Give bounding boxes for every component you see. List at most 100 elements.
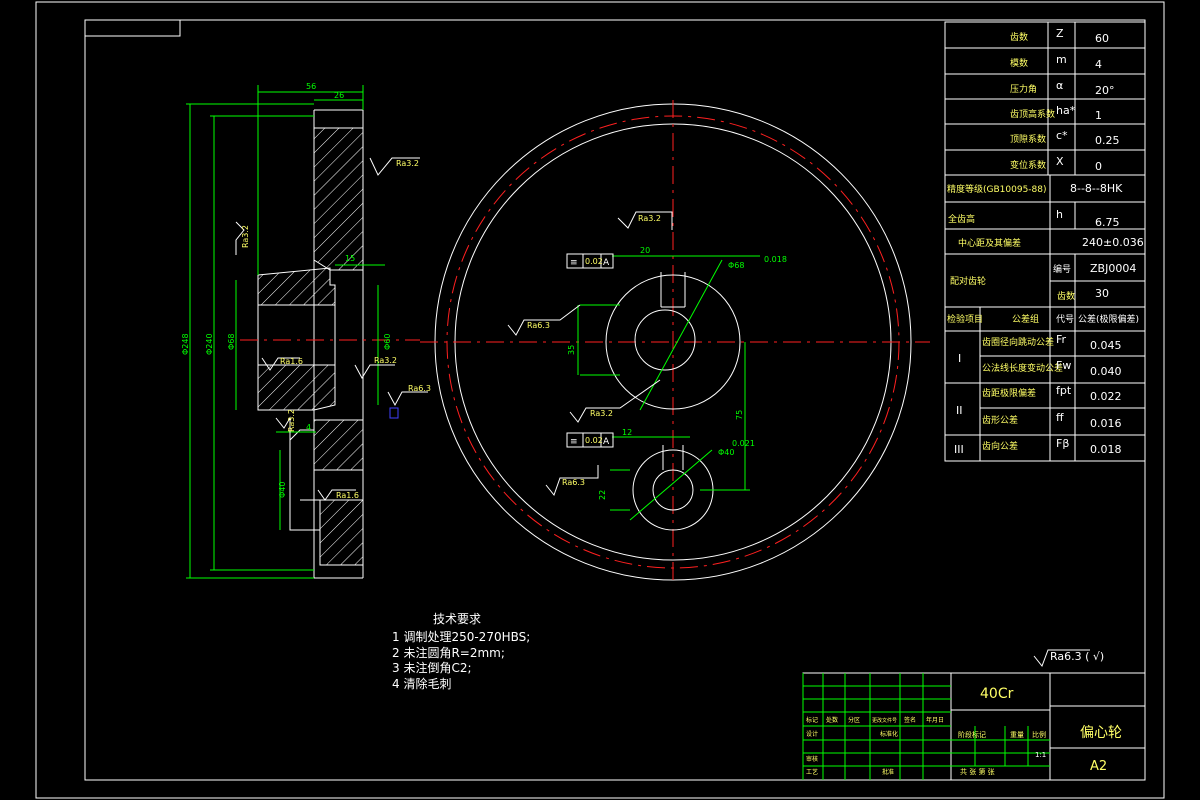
technical-requirements: 技术要求 1 调制处理250-270HBS; 2 未注圆角R=2mm; 3 未注…: [392, 612, 530, 691]
full-depth-label: 全齿高: [948, 213, 975, 225]
tb-h0: 标记: [806, 716, 818, 724]
outer-frame: [35, 1, 1165, 799]
param-label: 模数: [1010, 57, 1028, 69]
param-label: 变位系数: [1010, 159, 1046, 171]
hub-section-top: [257, 267, 336, 306]
tech-req-title: 技术要求: [433, 612, 481, 626]
param-value: 20°: [1095, 84, 1115, 97]
dim-56: 56: [306, 82, 316, 91]
tol-symbol: ff: [1056, 411, 1064, 424]
ra-front-1: Ra3.2: [638, 214, 661, 223]
tb-h1: 处数: [826, 716, 838, 724]
param-symbol: ha*: [1056, 104, 1076, 117]
inner-frame: [84, 19, 1146, 781]
center-distance-value: 240±0.036: [1082, 236, 1144, 249]
bore-upper: [634, 309, 696, 371]
param-label: 压力角: [1010, 83, 1037, 95]
tb-h3: 更改文件号: [872, 717, 897, 724]
tol-symbol: Fw: [1056, 359, 1071, 372]
tb-approve: 批准: [882, 768, 894, 776]
param-value: 1: [1095, 109, 1102, 122]
tol-group-II: II: [956, 404, 963, 417]
snap-marker: [389, 407, 399, 419]
center-distance-label: 中心距及其偏差: [958, 237, 1021, 249]
side-view: 56 26 15 Φ248 Φ240 Φ68 Φ60 Φ40 4 Ra3.2 R…: [181, 82, 431, 579]
hub-section-bottom: [257, 364, 336, 411]
mating-code-value: ZBJ0004: [1090, 262, 1136, 275]
dim-d240: Φ240: [205, 333, 214, 355]
tol-header-value: 公差(极限偏差): [1078, 313, 1139, 325]
param-symbol: m: [1056, 53, 1067, 66]
tb-h2: 分区: [848, 716, 860, 724]
param-value: 0.25: [1095, 134, 1120, 147]
param-value: 60: [1095, 32, 1109, 45]
tol-label: 齿圈径向跳动公差: [982, 336, 1054, 348]
general-roughness: Ra6.3 ( √): [1050, 650, 1104, 663]
ra-side-5: Ra6.3: [408, 384, 431, 393]
weight-label: 重量: [1010, 731, 1024, 739]
tol-label: 齿距极限偏差: [982, 387, 1036, 399]
tol-label: 公法线长度变动公差: [982, 362, 1063, 374]
cad-drawing: 56 26 15 Φ248 Φ240 Φ68 Φ60 Φ40 4 Ra3.2 R…: [0, 0, 1200, 800]
tol-group-III: III: [954, 443, 964, 456]
param-value: 0: [1095, 160, 1102, 173]
tol-label: 齿向公差: [982, 440, 1018, 452]
tb-process: 工艺: [806, 768, 818, 776]
mating-label: 配对齿轮: [950, 275, 986, 287]
param-rows: 齿数 Z 60 模数 m 4 压力角 α 20° 齿顶高系数 ha* 1 顶隙系数 c* 0.25 变位系数 X…: [1010, 27, 1120, 173]
ra-front-4: Ra6.3: [562, 478, 585, 487]
tol-header-symbol: 代号: [1056, 314, 1074, 325]
drawing-canvas: 56 26 15 Φ248 Φ240 Φ68 Φ60 Φ40 4 Ra3.2 R…: [35, 1, 1165, 799]
tol-value: 0.018: [1090, 443, 1122, 456]
gdt-value-1: 0.02: [585, 257, 603, 266]
dim-front-d68: Φ68: [728, 261, 744, 270]
corner-box: [84, 19, 181, 37]
tol-symbol: fpt: [1056, 384, 1072, 397]
sheet-size: A2: [1090, 759, 1107, 774]
dim-d68: Φ68: [227, 334, 236, 350]
dim-15: 15: [345, 254, 355, 263]
dim-22: 22: [598, 490, 607, 500]
tol-header-code: 公差组: [1012, 313, 1039, 325]
ra-front-3: Ra3.2: [590, 409, 613, 418]
dim-front-d40: Φ40: [718, 448, 734, 457]
svg-text:≡: ≡: [570, 258, 578, 268]
tb-h4: 签名: [904, 716, 916, 724]
param-symbol: α: [1056, 79, 1063, 92]
tech-req-2: 2 未注圆角R=2mm;: [392, 645, 505, 660]
tb-standard: 标准化: [880, 730, 898, 738]
dim-tol-2: 0.021: [732, 439, 755, 448]
gdt-frame-1: ≡ 0.02 A: [566, 253, 614, 269]
gdt-frame-2: ≡ 0.02 A: [566, 432, 614, 448]
ra-side-7: Ra1.6: [336, 491, 359, 500]
sheets-label: 共 张 第 张: [960, 767, 995, 776]
tol-header-group: 检验项目: [947, 313, 983, 325]
mating-teeth-label: 齿数: [1057, 290, 1075, 302]
rim-section-bottom: [319, 499, 364, 566]
tol-symbol: Fβ: [1056, 437, 1069, 450]
tol-symbol: Fr: [1056, 333, 1067, 346]
tech-req-3: 3 未注倒角C2;: [392, 660, 472, 675]
dim-keyway-2: 12: [622, 428, 632, 437]
dim-26: 26: [334, 91, 344, 100]
tol-value: 0.040: [1090, 365, 1122, 378]
gdt-value-2: 0.02: [585, 436, 603, 445]
tech-req-4: 4 清除毛刺: [392, 676, 451, 691]
ra-side-1: Ra3.2: [396, 159, 419, 168]
accuracy-label: 精度等级(GB10095-88): [947, 183, 1047, 195]
param-label: 齿顶高系数: [1010, 108, 1055, 120]
dim-tol-1: 0.018: [764, 255, 787, 264]
dim-4: 4: [306, 423, 311, 432]
part-name: 偏心轮: [1080, 725, 1122, 741]
title-block: 40Cr 偏心轮 A2 比例 1:1 阶段标记 重量 共 张 第 张 标记 处数…: [802, 672, 1146, 781]
tb-design: 设计: [806, 730, 818, 738]
parameter-table: 齿数 Z 60 模数 m 4 压力角 α 20° 齿顶高系数 ha* 1 顶隙系数 c* 0.25 变位系数 X…: [944, 21, 1146, 462]
ra-side-3: Ra1.6: [280, 357, 303, 366]
tb-review: 审核: [806, 755, 818, 763]
dim-d60: Φ60: [383, 334, 392, 350]
param-label: 齿数: [1010, 31, 1028, 43]
mating-code-label: 编号: [1053, 263, 1071, 275]
dim-keyway-1: 20: [640, 246, 650, 255]
ra-side-4: Ra3.2: [374, 356, 397, 365]
param-symbol: X: [1056, 155, 1064, 168]
